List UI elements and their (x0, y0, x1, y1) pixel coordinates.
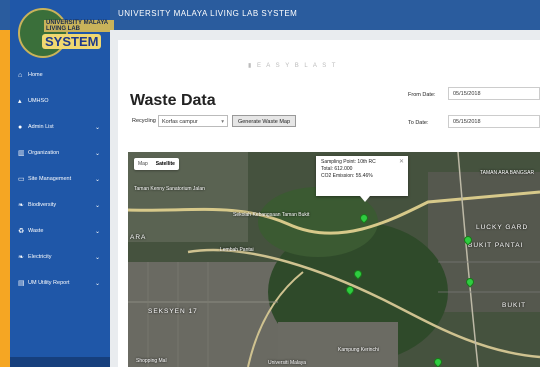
sidebar-item-home[interactable]: ⌂ Home (10, 62, 110, 88)
flame-icon: ▴ (18, 98, 22, 105)
sidebar-nav: ⌂ Home ▴ UMHSO ● Admin List ⌄ ▥ Organiza… (10, 62, 110, 296)
user-icon: ● (18, 123, 23, 131)
sidebar-item-admin-list[interactable]: ● Admin List ⌄ (10, 114, 110, 140)
sidebar-item-biodiversity[interactable]: ❧ Biodiversity ⌄ (10, 192, 110, 218)
map-label: BUKIT PANTAI (468, 242, 524, 249)
map-label: Sekolah Kebangsaan Taman Bukit (233, 212, 310, 218)
info-title: Sampling Point: 10th RC (321, 159, 376, 165)
sidebar-item-um-utility-report[interactable]: ▤ UM Utility Report ⌄ (10, 270, 110, 296)
chevron-down-icon: ▾ (221, 119, 224, 125)
to-date-label: To Date: (408, 120, 429, 126)
map-info-window: ✕ Sampling Point: 10th RC Total: 612.000… (316, 156, 408, 196)
chevron-down-icon: ⌄ (94, 176, 100, 183)
chevron-down-icon: ⌄ (94, 124, 100, 131)
map-label: BUKIT (502, 302, 527, 309)
category-label: Recycling (132, 118, 156, 124)
logo-line2: SYSTEM (42, 34, 102, 49)
main-content: ▮ E A S Y B L A S T Waste Data Recycling… (110, 30, 540, 367)
map-label: ARA (130, 234, 147, 241)
info-window-pointer (360, 196, 370, 202)
map-label: Taman Kenny Sanatorium Jalan (134, 186, 205, 192)
sidebar-item-label: Admin List (28, 124, 54, 130)
sidebar-item-label: Home (28, 72, 43, 78)
to-date-input[interactable]: 05/15/2018 (448, 115, 540, 128)
waste-map[interactable]: Map Satellite Taman Kenny Sanatorium Jal… (128, 152, 540, 367)
page-title: Waste Data (130, 92, 216, 109)
chevron-down-icon: ⌄ (94, 254, 100, 261)
chevron-down-icon: ⌄ (94, 150, 100, 157)
map-type-map[interactable]: Map (134, 158, 152, 170)
sidebar-footer (10, 357, 110, 367)
sidebar-item-label: Site Management (28, 176, 72, 182)
map-label: SEKSYEN 17 (148, 308, 198, 315)
sidebar-item-umhso[interactable]: ▴ UMHSO (10, 88, 110, 114)
sidebar-item-label: UMHSO (28, 98, 49, 104)
sidebar-item-waste[interactable]: ♻ Waste ⌄ (10, 218, 110, 244)
info-total: Total: 612.000 (321, 166, 353, 172)
chevron-down-icon: ⌄ (94, 202, 100, 209)
sidebar-item-site-management[interactable]: ▭ Site Management ⌄ (10, 166, 110, 192)
chevron-down-icon: ⌄ (94, 280, 100, 287)
category-select-value: Korfas campur (162, 119, 198, 125)
app-window: UNIVERSITY MALAYA LIVING LAB SYSTEM UNIV… (0, 0, 540, 367)
chevron-down-icon: ⌄ (94, 228, 100, 235)
close-icon[interactable]: ✕ (399, 158, 404, 165)
watermark: ▮ E A S Y B L A S T (248, 63, 338, 69)
sidebar: UNIVERSITY MALAYA LIVING LAB SYSTEM ⌂ Ho… (10, 0, 114, 367)
map-label: Universiti Malaya (268, 360, 307, 366)
chart-icon: ▤ (18, 280, 25, 287)
generate-waste-map-button[interactable]: Generate Waste Map (232, 115, 296, 127)
sidebar-item-label: UM Utility Report (28, 280, 70, 286)
sidebar-item-label: Electricity (28, 254, 52, 260)
monitor-icon: ▭ (18, 176, 25, 183)
map-type-toggle[interactable]: Map Satellite (134, 158, 179, 170)
map-label: LUCKY GARD (476, 224, 529, 231)
app-title: UNIVERSITY MALAYA LIVING LAB SYSTEM (118, 9, 298, 18)
logo-line1: UNIVERSITY MALAYA LIVING LAB (44, 20, 114, 32)
home-icon: ⌂ (18, 71, 23, 79)
logo[interactable]: UNIVERSITY MALAYA LIVING LAB SYSTEM (18, 6, 114, 58)
sidebar-item-electricity[interactable]: ❧ Electricity ⌄ (10, 244, 110, 270)
from-date-input[interactable]: 05/15/2018 (448, 87, 540, 100)
leaf-icon: ❧ (18, 202, 24, 209)
recycle-icon: ♻ (18, 228, 25, 235)
sidebar-item-label: Organization (28, 150, 60, 156)
map-label: Kampung Kerinchi (338, 347, 379, 353)
info-co2: CO2 Emission: 55.46% (321, 173, 373, 179)
from-date-label: From Date: (408, 92, 436, 98)
map-label: Lembah Pantai (220, 247, 254, 253)
map-label: TAMAN ARA BANGSAR (480, 170, 535, 176)
leaf-icon: ❧ (18, 254, 24, 261)
sidebar-item-organization[interactable]: ▥ Organization ⌄ (10, 140, 110, 166)
map-type-satellite[interactable]: Satellite (152, 158, 179, 170)
building-icon: ▥ (18, 150, 25, 157)
category-select[interactable]: Korfas campur ▾ (158, 115, 228, 127)
content-card: ▮ E A S Y B L A S T Waste Data Recycling… (118, 40, 540, 367)
map-label: Shopping Mal (136, 358, 167, 364)
logo-emblem-icon (18, 8, 68, 58)
sidebar-item-label: Waste (28, 228, 44, 234)
sidebar-item-label: Biodiversity (28, 202, 57, 208)
